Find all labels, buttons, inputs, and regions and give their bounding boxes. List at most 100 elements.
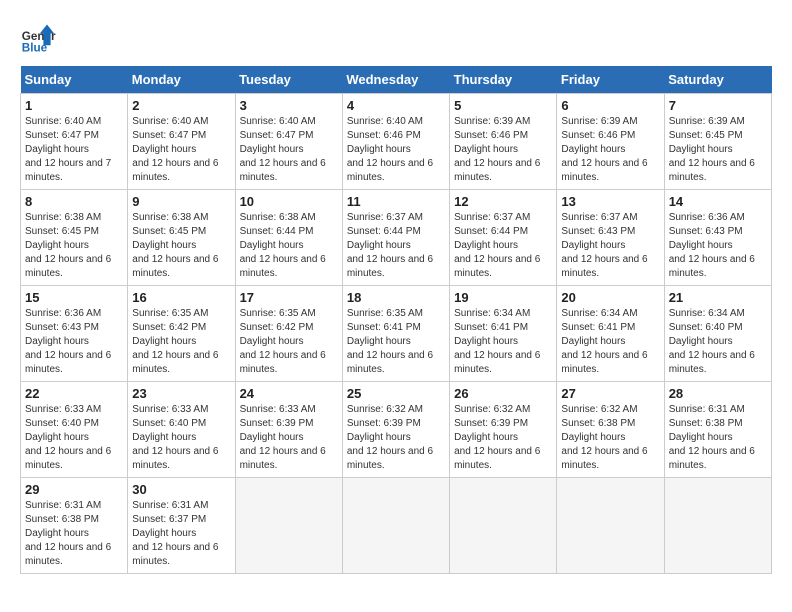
weekday-tuesday: Tuesday (235, 66, 342, 94)
day-number: 15 (25, 290, 123, 305)
calendar-cell: 5 Sunrise: 6:39 AMSunset: 6:46 PMDayligh… (450, 94, 557, 190)
calendar-cell: 10 Sunrise: 6:38 AMSunset: 6:44 PMDaylig… (235, 190, 342, 286)
day-detail: Sunrise: 6:35 AMSunset: 6:42 PMDaylight … (132, 308, 218, 375)
day-detail: Sunrise: 6:35 AMSunset: 6:42 PMDaylight … (240, 308, 326, 375)
calendar-cell: 20 Sunrise: 6:34 AMSunset: 6:41 PMDaylig… (557, 286, 664, 382)
day-detail: Sunrise: 6:33 AMSunset: 6:40 PMDaylight … (132, 404, 218, 471)
day-detail: Sunrise: 6:31 AMSunset: 6:38 PMDaylight … (669, 404, 755, 471)
day-detail: Sunrise: 6:32 AMSunset: 6:39 PMDaylight … (347, 404, 433, 471)
calendar-cell: 26 Sunrise: 6:32 AMSunset: 6:39 PMDaylig… (450, 382, 557, 478)
logo: General Blue (20, 20, 56, 56)
day-number: 20 (561, 290, 659, 305)
calendar-cell (664, 478, 771, 574)
day-number: 25 (347, 386, 445, 401)
calendar-cell: 19 Sunrise: 6:34 AMSunset: 6:41 PMDaylig… (450, 286, 557, 382)
calendar-cell: 2 Sunrise: 6:40 AMSunset: 6:47 PMDayligh… (128, 94, 235, 190)
logo-icon: General Blue (20, 20, 56, 56)
week-row-5: 29 Sunrise: 6:31 AMSunset: 6:38 PMDaylig… (21, 478, 772, 574)
calendar-cell: 23 Sunrise: 6:33 AMSunset: 6:40 PMDaylig… (128, 382, 235, 478)
calendar-cell: 30 Sunrise: 6:31 AMSunset: 6:37 PMDaylig… (128, 478, 235, 574)
day-detail: Sunrise: 6:39 AMSunset: 6:46 PMDaylight … (454, 116, 540, 183)
calendar-cell: 24 Sunrise: 6:33 AMSunset: 6:39 PMDaylig… (235, 382, 342, 478)
day-number: 13 (561, 194, 659, 209)
day-detail: Sunrise: 6:39 AMSunset: 6:45 PMDaylight … (669, 116, 755, 183)
day-number: 18 (347, 290, 445, 305)
day-number: 16 (132, 290, 230, 305)
calendar-cell: 6 Sunrise: 6:39 AMSunset: 6:46 PMDayligh… (557, 94, 664, 190)
day-number: 3 (240, 98, 338, 113)
weekday-header-row: SundayMondayTuesdayWednesdayThursdayFrid… (21, 66, 772, 94)
week-row-3: 15 Sunrise: 6:36 AMSunset: 6:43 PMDaylig… (21, 286, 772, 382)
day-detail: Sunrise: 6:31 AMSunset: 6:37 PMDaylight … (132, 500, 218, 567)
weekday-friday: Friday (557, 66, 664, 94)
calendar-cell (342, 478, 449, 574)
calendar-cell: 29 Sunrise: 6:31 AMSunset: 6:38 PMDaylig… (21, 478, 128, 574)
calendar-cell: 22 Sunrise: 6:33 AMSunset: 6:40 PMDaylig… (21, 382, 128, 478)
day-number: 2 (132, 98, 230, 113)
calendar-cell: 17 Sunrise: 6:35 AMSunset: 6:42 PMDaylig… (235, 286, 342, 382)
day-detail: Sunrise: 6:40 AMSunset: 6:46 PMDaylight … (347, 116, 433, 183)
day-detail: Sunrise: 6:32 AMSunset: 6:38 PMDaylight … (561, 404, 647, 471)
calendar-cell: 4 Sunrise: 6:40 AMSunset: 6:46 PMDayligh… (342, 94, 449, 190)
calendar-cell: 8 Sunrise: 6:38 AMSunset: 6:45 PMDayligh… (21, 190, 128, 286)
day-number: 9 (132, 194, 230, 209)
day-detail: Sunrise: 6:34 AMSunset: 6:41 PMDaylight … (561, 308, 647, 375)
day-number: 1 (25, 98, 123, 113)
calendar-cell: 25 Sunrise: 6:32 AMSunset: 6:39 PMDaylig… (342, 382, 449, 478)
day-detail: Sunrise: 6:33 AMSunset: 6:40 PMDaylight … (25, 404, 111, 471)
calendar-body: 1 Sunrise: 6:40 AMSunset: 6:47 PMDayligh… (21, 94, 772, 574)
day-detail: Sunrise: 6:32 AMSunset: 6:39 PMDaylight … (454, 404, 540, 471)
day-number: 24 (240, 386, 338, 401)
calendar-cell: 11 Sunrise: 6:37 AMSunset: 6:44 PMDaylig… (342, 190, 449, 286)
weekday-thursday: Thursday (450, 66, 557, 94)
weekday-sunday: Sunday (21, 66, 128, 94)
calendar-cell: 21 Sunrise: 6:34 AMSunset: 6:40 PMDaylig… (664, 286, 771, 382)
weekday-saturday: Saturday (664, 66, 771, 94)
day-number: 7 (669, 98, 767, 113)
calendar-cell: 14 Sunrise: 6:36 AMSunset: 6:43 PMDaylig… (664, 190, 771, 286)
day-number: 11 (347, 194, 445, 209)
day-detail: Sunrise: 6:37 AMSunset: 6:44 PMDaylight … (347, 212, 433, 279)
day-detail: Sunrise: 6:37 AMSunset: 6:44 PMDaylight … (454, 212, 540, 279)
week-row-1: 1 Sunrise: 6:40 AMSunset: 6:47 PMDayligh… (21, 94, 772, 190)
day-number: 22 (25, 386, 123, 401)
calendar-cell: 3 Sunrise: 6:40 AMSunset: 6:47 PMDayligh… (235, 94, 342, 190)
weekday-wednesday: Wednesday (342, 66, 449, 94)
day-number: 27 (561, 386, 659, 401)
calendar-cell: 12 Sunrise: 6:37 AMSunset: 6:44 PMDaylig… (450, 190, 557, 286)
calendar-cell: 15 Sunrise: 6:36 AMSunset: 6:43 PMDaylig… (21, 286, 128, 382)
day-detail: Sunrise: 6:38 AMSunset: 6:45 PMDaylight … (132, 212, 218, 279)
calendar-cell: 13 Sunrise: 6:37 AMSunset: 6:43 PMDaylig… (557, 190, 664, 286)
day-number: 19 (454, 290, 552, 305)
day-number: 30 (132, 482, 230, 497)
day-detail: Sunrise: 6:36 AMSunset: 6:43 PMDaylight … (669, 212, 755, 279)
calendar-cell: 27 Sunrise: 6:32 AMSunset: 6:38 PMDaylig… (557, 382, 664, 478)
day-detail: Sunrise: 6:33 AMSunset: 6:39 PMDaylight … (240, 404, 326, 471)
calendar-cell: 16 Sunrise: 6:35 AMSunset: 6:42 PMDaylig… (128, 286, 235, 382)
calendar-cell: 1 Sunrise: 6:40 AMSunset: 6:47 PMDayligh… (21, 94, 128, 190)
day-detail: Sunrise: 6:36 AMSunset: 6:43 PMDaylight … (25, 308, 111, 375)
day-detail: Sunrise: 6:40 AMSunset: 6:47 PMDaylight … (132, 116, 218, 183)
day-detail: Sunrise: 6:31 AMSunset: 6:38 PMDaylight … (25, 500, 111, 567)
calendar-cell: 7 Sunrise: 6:39 AMSunset: 6:45 PMDayligh… (664, 94, 771, 190)
day-number: 17 (240, 290, 338, 305)
calendar-cell: 18 Sunrise: 6:35 AMSunset: 6:41 PMDaylig… (342, 286, 449, 382)
calendar-cell (557, 478, 664, 574)
day-detail: Sunrise: 6:34 AMSunset: 6:40 PMDaylight … (669, 308, 755, 375)
day-detail: Sunrise: 6:37 AMSunset: 6:43 PMDaylight … (561, 212, 647, 279)
day-number: 14 (669, 194, 767, 209)
day-number: 5 (454, 98, 552, 113)
calendar-table: SundayMondayTuesdayWednesdayThursdayFrid… (20, 66, 772, 574)
day-detail: Sunrise: 6:34 AMSunset: 6:41 PMDaylight … (454, 308, 540, 375)
day-detail: Sunrise: 6:40 AMSunset: 6:47 PMDaylight … (240, 116, 326, 183)
day-number: 12 (454, 194, 552, 209)
calendar-cell (450, 478, 557, 574)
day-number: 23 (132, 386, 230, 401)
day-number: 26 (454, 386, 552, 401)
day-number: 6 (561, 98, 659, 113)
day-number: 8 (25, 194, 123, 209)
day-number: 21 (669, 290, 767, 305)
week-row-4: 22 Sunrise: 6:33 AMSunset: 6:40 PMDaylig… (21, 382, 772, 478)
day-detail: Sunrise: 6:39 AMSunset: 6:46 PMDaylight … (561, 116, 647, 183)
day-number: 4 (347, 98, 445, 113)
